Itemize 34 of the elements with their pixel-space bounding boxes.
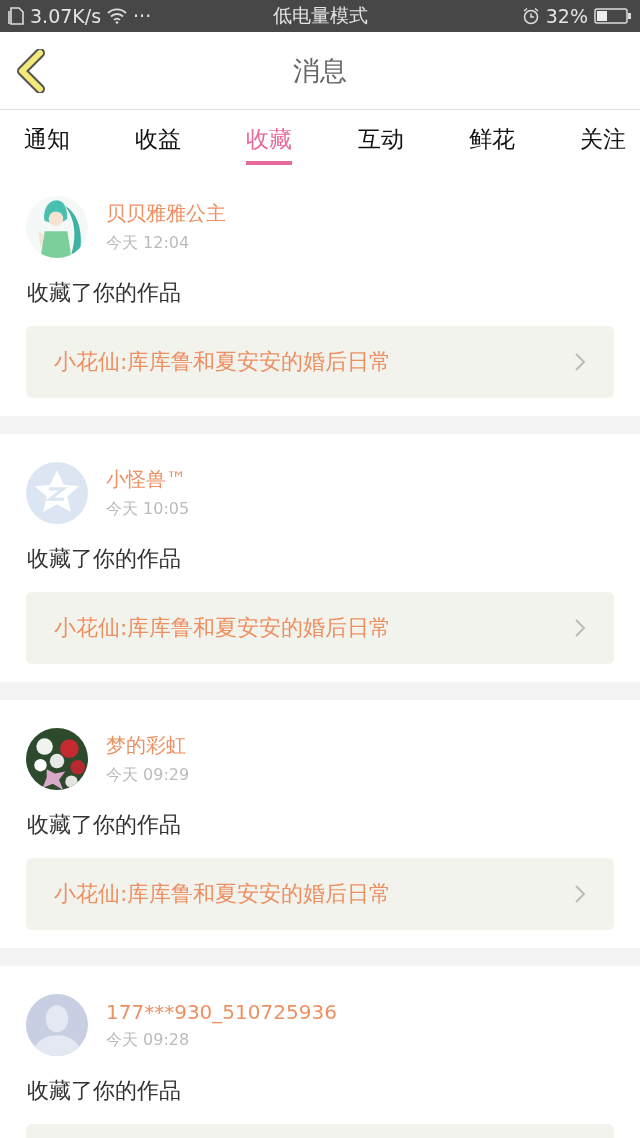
work-link[interactable]: 小花仙:库库鲁和夏安安的婚后日常	[26, 858, 614, 930]
back-button[interactable]	[16, 49, 46, 93]
tab[interactable]: 鲜花	[468, 110, 515, 168]
alarm-clock-icon	[521, 7, 540, 25]
work-link[interactable]: 小花仙:库库鲁和夏安安的婚后日常	[26, 326, 614, 398]
message-time: 今天 12:04	[106, 233, 191, 254]
power-mode-label: 低电量模式	[272, 3, 368, 28]
sim-card-icon	[8, 7, 24, 25]
user-name[interactable]: 贝贝雅雅公主	[106, 200, 226, 227]
message-text: 收藏了你的作品	[27, 1077, 182, 1105]
tab[interactable]: 收益	[135, 110, 182, 168]
message-text: 收藏了你的作品	[27, 545, 182, 573]
chevron-right-icon	[574, 618, 586, 638]
tab[interactable]: 互动	[357, 110, 404, 168]
message-time: 今天 09:28	[106, 1029, 191, 1051]
more-indicator: ···	[133, 5, 152, 27]
user-name[interactable]: 梦的彩虹	[106, 732, 190, 759]
chevron-right-icon	[574, 884, 586, 904]
tab[interactable]: 通知	[24, 110, 70, 168]
page-title: 消息	[293, 53, 347, 88]
message-time: 今天 10:05	[106, 499, 190, 520]
star-avatar-icon	[26, 462, 88, 524]
user-name[interactable]: 177***930_510725936	[106, 999, 337, 1024]
user-name[interactable]: 小怪兽™	[106, 466, 190, 493]
tab[interactable]: 关注	[579, 110, 626, 168]
battery-percent: 32%	[545, 5, 588, 27]
message-text: 收藏了你的作品	[27, 811, 182, 839]
wifi-icon	[107, 8, 128, 24]
network-speed: 3.07K/s	[30, 5, 102, 27]
chevron-right-icon	[574, 352, 586, 372]
battery-icon	[594, 7, 632, 25]
message-time: 今天 09:29	[106, 765, 190, 786]
message-text: 收藏了你的作品	[27, 279, 182, 307]
work-link[interactable]: 小花仙:库库鲁和夏安安的婚后日常	[26, 592, 614, 664]
